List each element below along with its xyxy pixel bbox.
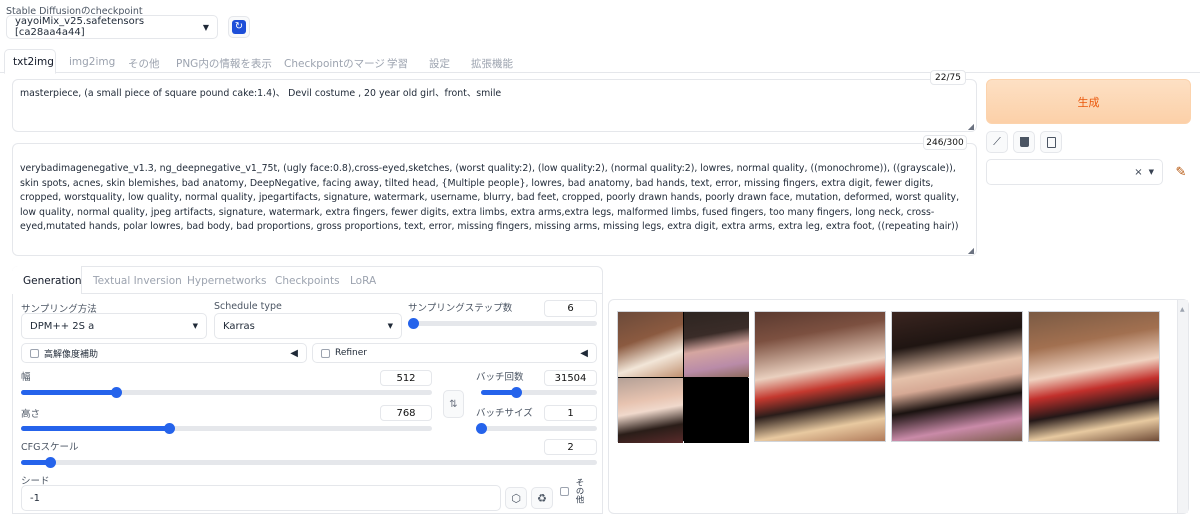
pencil-icon: ✎	[1175, 164, 1187, 180]
scroll-up-icon: ▲	[1180, 306, 1185, 313]
clipboard-icon	[1046, 136, 1056, 148]
hires-fix-label: 高解像度補助	[44, 349, 99, 360]
grid-cell-4	[684, 378, 749, 443]
reuse-seed-button[interactable]: ♻	[531, 487, 553, 509]
hires-fix-checkbox[interactable]	[30, 348, 39, 358]
read-params-button[interactable]: ⟋	[986, 131, 1008, 153]
sampling-steps-slider[interactable]	[408, 318, 597, 329]
width-input[interactable]: 512	[380, 370, 432, 386]
paste-styles-button[interactable]	[1040, 131, 1062, 153]
dice-icon: ⬡	[511, 491, 521, 505]
prompt-token-counter: 22/75	[930, 70, 966, 85]
height-label: 高さ	[21, 409, 41, 420]
seed-extra-label: その他	[574, 478, 584, 504]
tab-txt2img[interactable]: txt2img	[13, 56, 54, 68]
refresh-icon: ↻	[232, 20, 246, 34]
subtab-bar-border	[82, 293, 603, 294]
prompt-text: masterpiece, (a small piece of square po…	[20, 88, 502, 99]
chevron-down-icon: ▼	[1148, 168, 1154, 176]
refiner-checkbox[interactable]	[321, 348, 330, 358]
gallery-scrollbar[interactable]: ▲	[1177, 300, 1188, 513]
collapse-arrow-icon: ◀	[580, 347, 588, 359]
seed-input[interactable]: -1	[21, 485, 501, 511]
tab-checkpoints[interactable]: Checkpoints	[275, 275, 340, 287]
chevron-down-icon: ▼	[202, 22, 209, 32]
checkpoint-value: yayoiMix_v25.safetensors [ca28aa4a44]	[15, 16, 145, 38]
tab-generation[interactable]: Generation	[23, 275, 82, 287]
cfg-scale-input[interactable]: 2	[544, 439, 597, 455]
negative-prompt-text: verybadimagenegative_v1.3, ng_deepnegati…	[20, 163, 960, 233]
batch-size-slider[interactable]	[476, 423, 597, 434]
prompt-textarea[interactable]: masterpiece, (a small piece of square po…	[12, 79, 977, 132]
schedule-type-value: Karras	[223, 320, 255, 332]
swap-icon: ⇅	[449, 398, 458, 410]
grid-cell-2	[684, 312, 749, 377]
tab-textual-inversion[interactable]: Textual Inversion	[93, 275, 182, 287]
tab-extensions[interactable]: 拡張機能	[471, 56, 513, 71]
resize-handle-icon: ◢	[967, 246, 974, 255]
collapse-arrow-icon: ◀	[290, 347, 298, 359]
output-grid-image[interactable]	[617, 311, 749, 443]
clear-prompt-button[interactable]	[1013, 131, 1035, 153]
output-image-3[interactable]	[1028, 311, 1160, 442]
sampling-steps-input[interactable]: 6	[544, 300, 597, 317]
tab-train[interactable]: 学習	[387, 56, 408, 71]
batch-size-label: バッチサイズ	[476, 408, 533, 419]
width-slider[interactable]	[21, 387, 432, 398]
tab-png-info[interactable]: PNG内の情報を表示	[176, 56, 272, 71]
cfg-scale-label: CFGスケール	[21, 442, 79, 453]
recycle-icon: ♻	[537, 491, 547, 505]
height-input[interactable]: 768	[380, 405, 432, 421]
clear-icon[interactable]: ×	[1134, 167, 1142, 178]
tab-checkpoint-merger[interactable]: Checkpointのマージ	[284, 56, 385, 71]
batch-count-label: バッチ回数	[476, 372, 524, 383]
tab-hypernetworks[interactable]: Hypernetworks	[187, 275, 266, 287]
negative-prompt-textarea[interactable]: verybadimagenegative_v1.3, ng_deepnegati…	[12, 143, 977, 256]
negative-token-counter: 246/300	[923, 135, 967, 150]
styles-select[interactable]: × ▼	[986, 159, 1163, 185]
width-label: 幅	[21, 372, 31, 383]
edit-styles-button[interactable]: ✎	[1170, 161, 1192, 183]
refiner-label: Refiner	[335, 348, 367, 358]
refresh-button[interactable]: ↻	[228, 16, 250, 38]
swap-dimensions-button[interactable]: ⇅	[443, 390, 464, 418]
seed-extra-checkbox[interactable]	[560, 487, 569, 496]
hires-fix-accordion[interactable]: 高解像度補助 ◀	[21, 343, 307, 363]
generate-label: 生成	[1077, 95, 1100, 109]
tab-settings[interactable]: 設定	[429, 56, 450, 71]
batch-count-input[interactable]: 31504	[544, 370, 597, 386]
sampling-method-value: DPM++ 2S a	[30, 320, 95, 332]
schedule-type-select[interactable]: Karras ▼	[214, 313, 402, 339]
seed-value: -1	[30, 492, 40, 504]
random-seed-button[interactable]: ⬡	[505, 487, 527, 509]
grid-cell-1	[618, 312, 683, 377]
tab-extras[interactable]: その他	[128, 56, 160, 71]
chevron-down-icon: ▼	[192, 322, 198, 330]
batch-size-input[interactable]: 1	[544, 405, 597, 421]
arrow-icon: ⟋	[993, 135, 1001, 148]
checkpoint-select[interactable]: yayoiMix_v25.safetensors [ca28aa4a44] ▼	[6, 15, 218, 39]
output-image-2[interactable]	[891, 311, 1023, 442]
resize-handle-icon: ◢	[967, 122, 974, 131]
chevron-down-icon: ▼	[387, 322, 393, 330]
refiner-accordion[interactable]: Refiner ◀	[312, 343, 597, 363]
trash-icon	[1019, 137, 1029, 147]
output-image-1[interactable]	[754, 311, 886, 442]
schedule-type-label: Schedule type	[214, 301, 282, 312]
tab-lora[interactable]: LoRA	[350, 275, 376, 287]
tab-img2img[interactable]: img2img	[69, 56, 115, 68]
height-slider[interactable]	[21, 423, 432, 434]
batch-count-slider[interactable]	[481, 387, 597, 398]
cfg-scale-slider[interactable]	[21, 457, 597, 468]
grid-cell-3	[618, 378, 683, 443]
generate-button[interactable]: 生成	[986, 79, 1191, 124]
sampling-method-select[interactable]: DPM++ 2S a ▼	[21, 313, 207, 339]
tab-bar-border	[0, 72, 1200, 73]
sampling-steps-label: サンプリングステップ数	[408, 303, 513, 314]
